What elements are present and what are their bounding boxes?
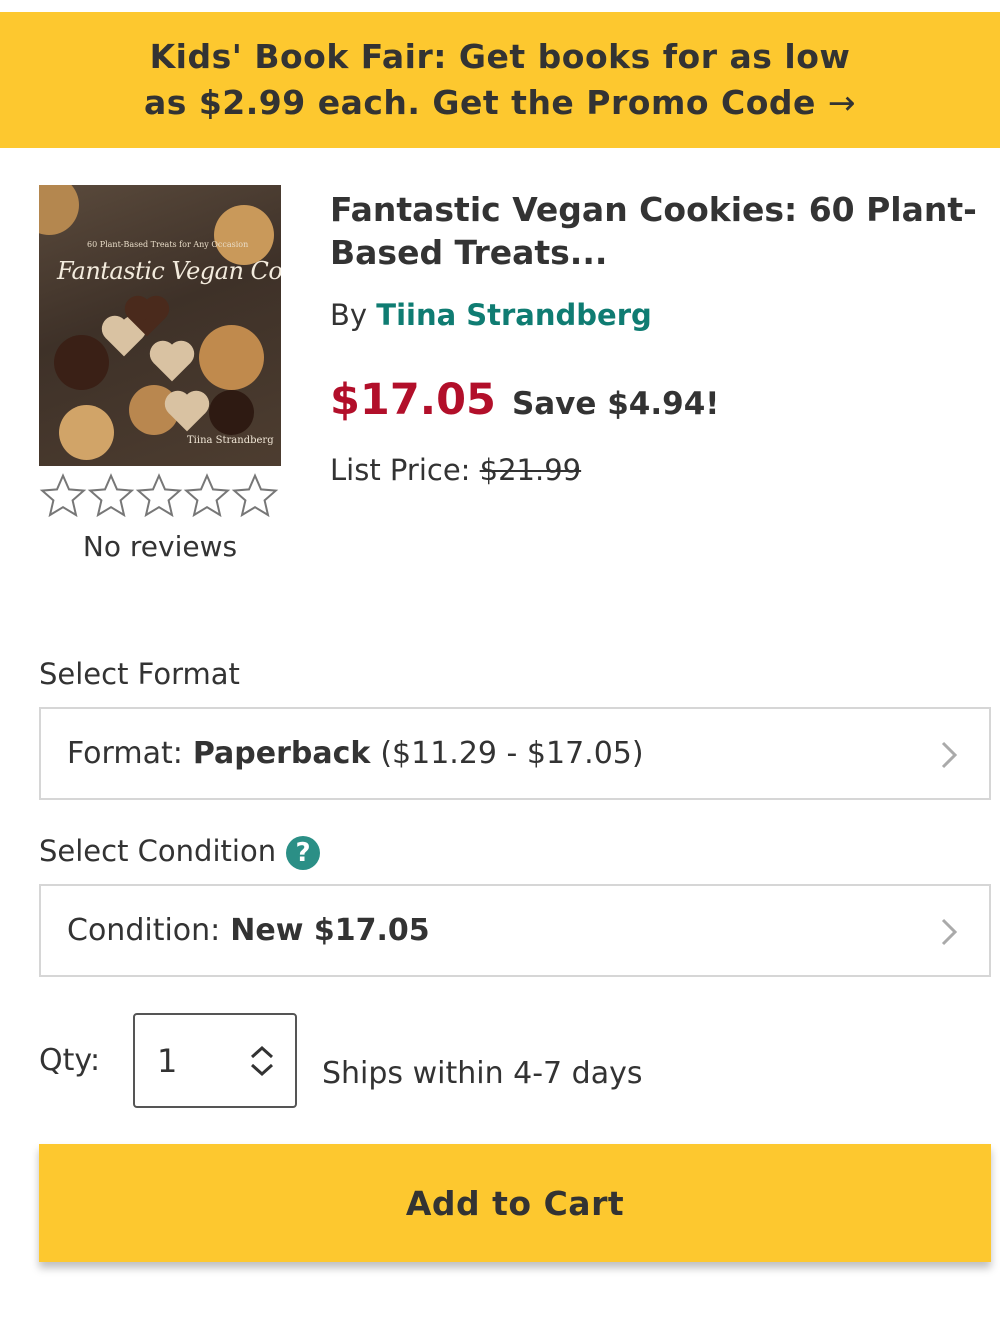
select-condition-text: Select Condition [39, 834, 277, 868]
book-cover-image[interactable]: 60 Plant-Based Treats for Any Occasion F… [39, 185, 281, 466]
list-price-label: List Price: [330, 453, 471, 487]
cookie-illustration [199, 325, 264, 390]
star-outline-icon [135, 473, 183, 518]
cover-author: Tiina Strandberg [187, 435, 274, 446]
star-outline-icon [87, 473, 135, 518]
cookie-illustration [214, 205, 274, 265]
shipping-estimate: Ships within 4-7 days [322, 1056, 643, 1091]
cookie-illustration [209, 390, 254, 435]
list-price-value: $21.99 [479, 453, 582, 487]
arrow-right-icon: → [827, 83, 857, 122]
format-price-range: ($11.29 - $17.05) [380, 736, 644, 771]
promo-line-2: as $2.99 each. Get the Promo Code → [144, 80, 856, 126]
star-outline-icon [183, 473, 231, 518]
quantity-stepper[interactable]: 1 [133, 1013, 297, 1108]
savings-text: Save $4.94! [511, 386, 720, 422]
list-price: List Price: $21.99 [330, 453, 581, 487]
product-title: Fantastic Vegan Cookies: 60 Plant-Based … [330, 190, 977, 272]
add-to-cart-button[interactable]: Add to Cart [39, 1144, 991, 1262]
help-icon[interactable]: ? [286, 836, 321, 870]
quantity-value: 1 [157, 1041, 178, 1080]
select-format-label: Select Format [39, 657, 240, 691]
qty-label: Qty: [39, 1043, 101, 1078]
heart-cookie-illustration [153, 344, 191, 382]
promo-banner[interactable]: Kids' Book Fair: Get books for as low as… [0, 12, 1000, 148]
chevron-right-icon [941, 918, 958, 946]
cover-title: Fantastic Vegan Cookies [57, 257, 281, 285]
condition-selector[interactable]: Condition: New $17.05 [39, 884, 991, 977]
cookie-illustration [39, 185, 79, 235]
cookie-illustration [54, 335, 109, 390]
reviews-count[interactable]: No reviews [39, 530, 281, 563]
cookie-illustration [59, 405, 114, 460]
format-prefix: Format: [67, 736, 183, 771]
condition-value: New $17.05 [230, 913, 430, 948]
chevron-right-icon [941, 741, 958, 769]
format-selector[interactable]: Format: Paperback ($11.29 - $17.05) [39, 707, 991, 800]
author-link[interactable]: Tiina Strandberg [376, 298, 652, 332]
up-down-chevron-icon [250, 1045, 274, 1077]
author-byline: By Tiina Strandberg [330, 298, 652, 332]
by-label: By [330, 298, 368, 332]
condition-prefix: Condition: [67, 913, 221, 948]
price-row: $17.05 Save $4.94! [330, 375, 719, 425]
format-value: Paperback [192, 736, 371, 771]
star-rating[interactable] [39, 472, 279, 520]
promo-line-1: Kids' Book Fair: Get books for as low [149, 37, 851, 76]
sale-price: $17.05 [330, 375, 496, 425]
select-condition-label: Select Condition? [39, 834, 321, 870]
star-outline-icon [231, 473, 279, 518]
heart-cookie-illustration [168, 394, 206, 432]
promo-link-text[interactable]: as $2.99 each. Get the Promo Code [144, 83, 816, 122]
cover-subtitle: 60 Plant-Based Treats for Any Occasion [87, 240, 249, 249]
star-outline-icon [39, 473, 87, 518]
